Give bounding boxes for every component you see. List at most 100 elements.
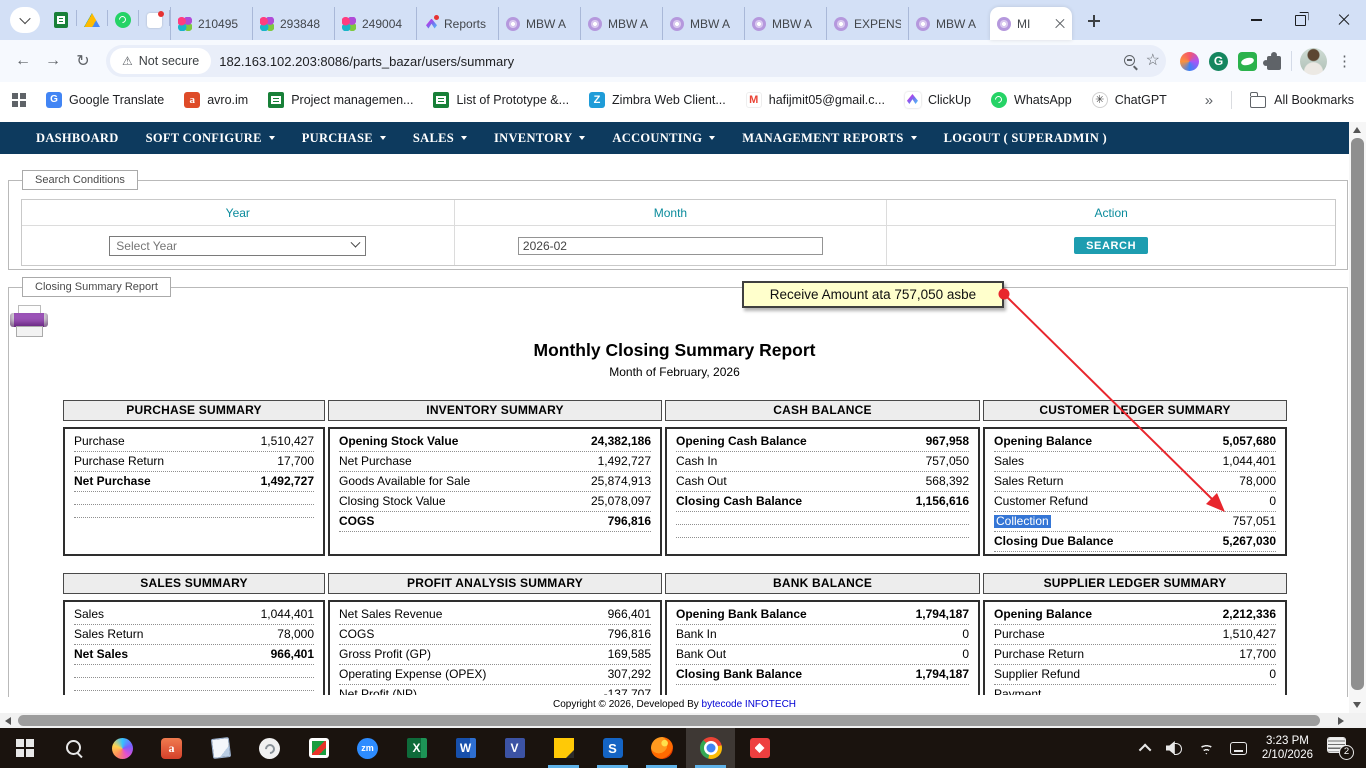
vertical-scrollbar[interactable] <box>1349 122 1366 713</box>
apps-grid-icon[interactable] <box>12 93 26 107</box>
vertical-scroll-thumb[interactable] <box>1351 138 1364 690</box>
row-value: 1,492,727 <box>261 475 314 488</box>
taskbar-bijoy-icon[interactable] <box>294 728 343 768</box>
back-button[interactable]: ← <box>8 46 38 76</box>
table-header: CASH BALANCE <box>665 400 980 421</box>
minimize-button[interactable] <box>1234 2 1278 38</box>
taskbar-excel-icon[interactable]: X <box>392 728 441 768</box>
wifi-icon[interactable] <box>1198 742 1215 755</box>
browser-tab[interactable]: Reports <box>416 7 498 40</box>
all-bookmarks-button[interactable]: All Bookmarks <box>1250 93 1354 108</box>
row-label: Sales Return <box>74 628 143 641</box>
taskbar-anydesk-icon[interactable] <box>735 728 784 768</box>
notification-center-icon[interactable]: 2 <box>1328 738 1352 758</box>
scroll-right-icon[interactable] <box>1338 717 1344 725</box>
browser-tab[interactable]: MBW A <box>744 7 826 40</box>
horizontal-scrollbar[interactable] <box>0 713 1366 728</box>
browser-tab[interactable]: EXPENS <box>826 7 908 40</box>
browser-tab[interactable]: MBW A <box>908 7 990 40</box>
scroll-up-icon[interactable] <box>1353 127 1361 133</box>
browser-tab[interactable]: 293848 <box>252 7 334 40</box>
table-header: INVENTORY SUMMARY <box>328 400 662 421</box>
pinned-tab-whatsapp[interactable] <box>108 4 138 36</box>
taskbar-clock[interactable]: 3:23 PM 2/10/2026 <box>1262 734 1313 762</box>
taskbar-copilot-icon[interactable] <box>98 728 147 768</box>
profile-avatar[interactable] <box>1300 48 1327 75</box>
maximize-button[interactable] <box>1278 2 1322 38</box>
forward-button[interactable]: → <box>38 46 68 76</box>
new-tab-button[interactable] <box>1080 7 1108 35</box>
browser-tab[interactable]: 249004 <box>334 7 416 40</box>
grammarly-icon[interactable]: G <box>1209 52 1228 71</box>
pinned-tab-clickup[interactable] <box>139 4 169 36</box>
taskbar-avro-icon[interactable]: a <box>147 728 196 768</box>
nav-item[interactable]: INVENTORY <box>494 131 585 146</box>
pinned-tab-sheets[interactable] <box>46 4 76 36</box>
tray-chevron-up-icon[interactable] <box>1139 743 1152 756</box>
developer-link[interactable]: bytecode INFOTECH <box>702 699 796 710</box>
nav-item[interactable]: ACCOUNTING <box>612 131 715 146</box>
reload-button[interactable]: ↻ <box>68 46 98 76</box>
browser-tab[interactable]: MI <box>990 7 1072 40</box>
site-security-chip[interactable]: ⚠ Not secure <box>110 48 211 74</box>
bookmark-item[interactable]: Zimbra Web Client... <box>589 92 726 108</box>
pinned-tab-drive[interactable] <box>77 4 107 36</box>
tab-search-button[interactable] <box>10 7 40 33</box>
scroll-down-icon[interactable] <box>1353 702 1361 708</box>
volume-icon[interactable] <box>1166 741 1183 755</box>
browser-tab[interactable]: MBW A <box>662 7 744 40</box>
nav-item[interactable]: SOFT CONFIGURE <box>146 131 275 146</box>
extension-icon[interactable] <box>1180 52 1199 71</box>
bookmark-item[interactable]: Google Translate <box>46 92 164 108</box>
bookmark-item[interactable]: ClickUp <box>905 92 971 108</box>
taskbar-visio-icon[interactable]: V <box>490 728 539 768</box>
taskbar-start-icon[interactable] <box>0 728 49 768</box>
cash-balance-table: CASH BALANCE Opening Cash Balance 967,95… <box>665 400 980 556</box>
bookmark-item[interactable]: List of Prototype &... <box>433 92 569 108</box>
scroll-left-icon[interactable] <box>5 717 11 725</box>
taskbar-firefox-icon[interactable] <box>637 728 686 768</box>
browser-tab[interactable]: MBW A <box>580 7 662 40</box>
nav-item[interactable]: SALES <box>413 131 467 146</box>
bookmarks-overflow-icon[interactable]: » <box>1205 92 1213 109</box>
browser-tab[interactable]: 210495 <box>170 7 252 40</box>
chevron-down-icon <box>351 238 361 248</box>
url-text[interactable]: 182.163.102.203:8086/parts_bazar/users/s… <box>219 54 1114 69</box>
bookmark-item[interactable]: hafijmit05@gmail.c... <box>746 92 885 108</box>
print-icon[interactable] <box>10 305 48 336</box>
row-label: Opening Balance <box>994 608 1092 621</box>
tab-close-icon[interactable] <box>1055 19 1065 29</box>
year-select[interactable]: Select Year <box>109 236 366 256</box>
clock-date: 2/10/2026 <box>1262 748 1313 762</box>
nav-item[interactable]: LOGOUT ( SUPERADMIN ) <box>944 131 1107 146</box>
ime-keyboard-icon[interactable] <box>1230 742 1247 755</box>
row-value: 2,212,336 <box>1223 608 1276 621</box>
bookmark-item[interactable]: avro.im <box>184 92 248 108</box>
bookmark-star-icon[interactable]: ☆ <box>1146 53 1160 69</box>
row-label: Net Sales Revenue <box>339 608 442 621</box>
bookmark-item[interactable]: ChatGPT <box>1092 92 1167 108</box>
extensions-puzzle-icon[interactable] <box>1267 56 1281 70</box>
nav-item[interactable]: PURCHASE <box>302 131 386 146</box>
taskbar-s-app-icon[interactable]: S <box>588 728 637 768</box>
taskbar-search-icon[interactable] <box>49 728 98 768</box>
horizontal-scroll-thumb[interactable] <box>18 715 1320 726</box>
taskbar-chrome-icon[interactable] <box>686 728 735 768</box>
address-bar[interactable]: ⚠ Not secure 182.163.102.203:8086/parts_… <box>106 45 1166 77</box>
bookmark-item[interactable]: WhatsApp <box>991 92 1072 108</box>
taskbar-notes-icon[interactable] <box>196 728 245 768</box>
taskbar-stickynotes-icon[interactable] <box>539 728 588 768</box>
taskbar-zoom-icon[interactable]: zm <box>343 728 392 768</box>
bookmark-item[interactable]: Project managemen... <box>268 92 413 108</box>
adblock-icon[interactable] <box>1238 52 1257 71</box>
taskbar-word-icon[interactable]: W <box>441 728 490 768</box>
zoom-icon[interactable] <box>1123 54 1138 69</box>
taskbar-whatsapp-icon[interactable] <box>245 728 294 768</box>
month-input[interactable] <box>518 237 823 255</box>
search-button[interactable]: SEARCH <box>1074 237 1148 254</box>
browser-menu-icon[interactable]: ⋮ <box>1331 52 1358 70</box>
browser-tab[interactable]: MBW A <box>498 7 580 40</box>
close-button[interactable] <box>1322 2 1366 38</box>
nav-item[interactable]: MANAGEMENT REPORTS <box>742 131 916 146</box>
nav-item[interactable]: DASHBOARD <box>36 131 119 146</box>
